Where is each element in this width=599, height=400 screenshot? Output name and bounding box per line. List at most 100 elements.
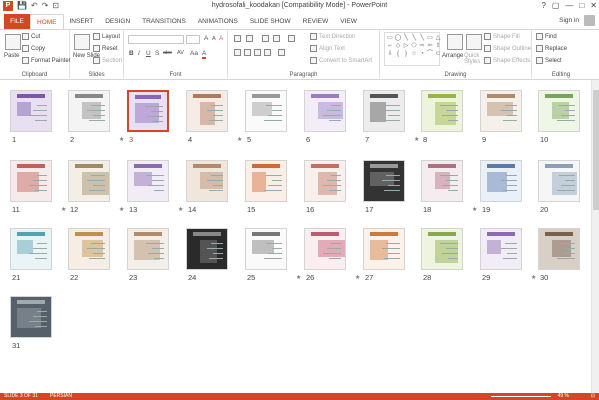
slide-thumbnail[interactable] <box>127 160 169 202</box>
font-name-combo[interactable] <box>128 35 184 44</box>
paste-icon[interactable] <box>5 34 21 50</box>
quick-styles-icon[interactable] <box>466 34 482 50</box>
slide-thumbnail[interactable] <box>68 228 110 270</box>
align-text-button[interactable]: Align Text <box>310 45 345 52</box>
find-button[interactable]: Find <box>536 33 557 40</box>
convert-smartart-button[interactable]: Convert to SmartArt <box>310 57 372 64</box>
shapes-gallery[interactable]: ▭ ◯ ╲ ╲ ╲ ▭ △ ⌐ ◇ ▷ ⬠ ⇨ ⇦ ⇧ ⇩{} ☆ ◔ ⌒ ⊂ <box>384 32 441 66</box>
tab-slide-show[interactable]: SLIDE SHOW <box>244 14 297 29</box>
text-direction-button[interactable]: Text Direction <box>310 33 355 40</box>
underline-button[interactable]: U <box>146 50 151 57</box>
slide-thumbnail[interactable] <box>421 228 463 270</box>
columns-icon[interactable] <box>278 49 285 56</box>
transition-star-icon[interactable]: ★ <box>119 206 124 213</box>
italic-button[interactable]: I <box>138 50 140 57</box>
increase-indent-icon[interactable] <box>273 35 280 42</box>
slide-thumbnail[interactable] <box>186 160 228 202</box>
slide-thumbnail[interactable] <box>186 90 228 132</box>
slide-thumbnail[interactable] <box>363 90 405 132</box>
fit-to-window-icon[interactable]: ⊡ <box>591 393 595 400</box>
shape-fill-button[interactable]: Shape Fill <box>484 33 520 40</box>
slide-thumbnail[interactable] <box>421 90 463 132</box>
close-icon[interactable]: ✕ <box>590 0 597 11</box>
slide-thumbnail[interactable] <box>127 228 169 270</box>
section-button[interactable]: Section <box>93 57 122 64</box>
slide-thumbnail[interactable] <box>127 90 169 132</box>
justify-icon[interactable] <box>264 49 271 56</box>
slide-thumbnail[interactable] <box>68 90 110 132</box>
slide-thumbnail[interactable] <box>421 160 463 202</box>
transition-star-icon[interactable]: ★ <box>178 206 183 213</box>
slide-thumbnail[interactable] <box>538 90 580 132</box>
slide-thumbnail[interactable] <box>10 228 52 270</box>
character-spacing-button[interactable]: AV <box>177 50 184 56</box>
clear-formatting-button[interactable]: A <box>219 35 223 42</box>
shadow-button[interactable]: S <box>155 50 159 57</box>
font-size-combo[interactable] <box>186 35 200 44</box>
tab-transitions[interactable]: TRANSITIONS <box>136 14 192 29</box>
tab-insert[interactable]: INSERT <box>64 14 100 29</box>
align-left-icon[interactable] <box>234 49 241 56</box>
select-button[interactable]: Select <box>536 57 562 64</box>
slide-thumbnail[interactable] <box>245 160 287 202</box>
slide-thumbnail[interactable] <box>10 90 52 132</box>
align-right-icon[interactable] <box>254 49 261 56</box>
slide-thumbnail[interactable] <box>363 160 405 202</box>
slide-thumbnail[interactable] <box>304 228 346 270</box>
tab-home[interactable]: HOME <box>30 14 64 29</box>
transition-star-icon[interactable]: ★ <box>119 136 124 143</box>
layout-button[interactable]: Layout <box>93 33 120 40</box>
transition-star-icon[interactable]: ★ <box>472 206 477 213</box>
replace-button[interactable]: Replace <box>536 45 567 52</box>
tab-file[interactable]: FILE <box>4 14 30 29</box>
ribbon-display-icon[interactable]: ▢ <box>552 0 560 11</box>
shape-outline-button[interactable]: Shape Outline <box>484 45 531 52</box>
quick-styles-button[interactable]: Quick Styles <box>464 53 482 65</box>
transition-star-icon[interactable]: ★ <box>237 136 242 143</box>
transition-star-icon[interactable]: ★ <box>296 274 301 281</box>
cut-button[interactable]: Cut <box>22 33 40 40</box>
maximize-icon[interactable]: □ <box>579 0 584 11</box>
slide-thumbnail[interactable] <box>538 228 580 270</box>
slide-thumbnail[interactable] <box>538 160 580 202</box>
slide-thumbnail[interactable] <box>68 160 110 202</box>
transition-star-icon[interactable]: ★ <box>355 274 360 281</box>
slide-thumbnail[interactable] <box>10 296 52 338</box>
font-color-button[interactable]: A <box>202 50 207 59</box>
slide-thumbnail[interactable] <box>186 228 228 270</box>
bold-button[interactable]: B <box>129 50 134 57</box>
new-slide-icon[interactable] <box>74 34 90 50</box>
language-status[interactable]: PERSIAN <box>50 393 72 400</box>
line-spacing-icon[interactable] <box>288 35 295 42</box>
transition-star-icon[interactable]: ★ <box>414 136 419 143</box>
change-case-button[interactable]: Aa <box>190 50 198 57</box>
transition-star-icon[interactable]: ★ <box>61 206 66 213</box>
zoom-level[interactable]: 49 % <box>558 393 569 400</box>
tab-animations[interactable]: ANIMATIONS <box>192 14 244 29</box>
bullets-icon[interactable] <box>234 35 241 42</box>
reset-button[interactable]: Reset <box>93 45 118 52</box>
shape-effects-button[interactable]: Shape Effects <box>484 57 530 64</box>
slide-thumbnail[interactable] <box>480 228 522 270</box>
align-center-icon[interactable] <box>244 49 251 56</box>
format-painter-button[interactable]: Format Painter <box>22 57 71 64</box>
help-icon[interactable]: ? <box>541 0 545 11</box>
numbering-icon[interactable] <box>246 35 253 42</box>
arrange-button[interactable]: Arrange <box>442 53 463 59</box>
slide-thumbnail[interactable] <box>480 160 522 202</box>
transition-star-icon[interactable]: ★ <box>531 274 536 281</box>
grow-font-button[interactable]: A <box>204 35 208 42</box>
slide-thumbnail[interactable] <box>304 160 346 202</box>
tab-view[interactable]: VIEW <box>334 14 363 29</box>
slide-thumbnail[interactable] <box>245 90 287 132</box>
slide-thumbnail[interactable] <box>304 90 346 132</box>
slide-thumbnail[interactable] <box>10 160 52 202</box>
decrease-indent-icon[interactable] <box>262 35 269 42</box>
slide-thumbnail[interactable] <box>245 228 287 270</box>
scrollbar-thumb[interactable] <box>593 90 599 210</box>
copy-button[interactable]: Copy <box>22 45 45 52</box>
sign-in-link[interactable]: Sign in <box>559 17 579 24</box>
tab-review[interactable]: REVIEW <box>297 14 335 29</box>
slide-thumbnail[interactable] <box>480 90 522 132</box>
vertical-scrollbar[interactable] <box>591 80 599 393</box>
